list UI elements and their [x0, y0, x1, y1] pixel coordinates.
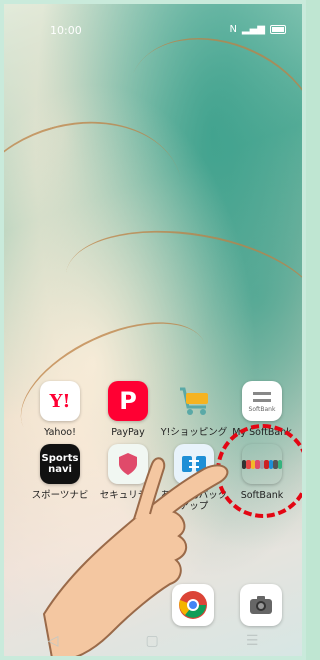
status-time: 10:00 — [50, 24, 82, 37]
yahoo-icon: Y! — [40, 381, 80, 421]
back-button[interactable]: ◁ — [48, 633, 59, 649]
vibrate-icon: N — [229, 24, 237, 35]
hand-pointer-icon — [42, 457, 229, 656]
home-button[interactable]: ▢ — [145, 633, 158, 649]
paypay-icon: P — [108, 381, 148, 421]
paypay-glyph: P — [119, 387, 137, 415]
signal-icon: ▂▄▆ — [241, 24, 265, 35]
softbank-wordmark: SoftBank — [248, 405, 276, 413]
my-softbank-icon: SoftBank — [242, 381, 282, 421]
battery-icon — [270, 25, 286, 34]
recent-apps-button[interactable]: ☰ — [246, 633, 259, 649]
yahoo-glyph: Y! — [49, 390, 71, 412]
navigation-bar: ◁ ▢ ☰ — [4, 626, 302, 656]
status-bar: 10:00 N ▂▄▆ — [4, 22, 302, 40]
status-icons: N ▂▄▆ — [229, 24, 286, 35]
shopping-cart-icon — [174, 381, 214, 421]
home-screen: 10:00 N ▂▄▆ Y! Yahoo! P PayPay Y!ショッピング — [0, 0, 306, 660]
